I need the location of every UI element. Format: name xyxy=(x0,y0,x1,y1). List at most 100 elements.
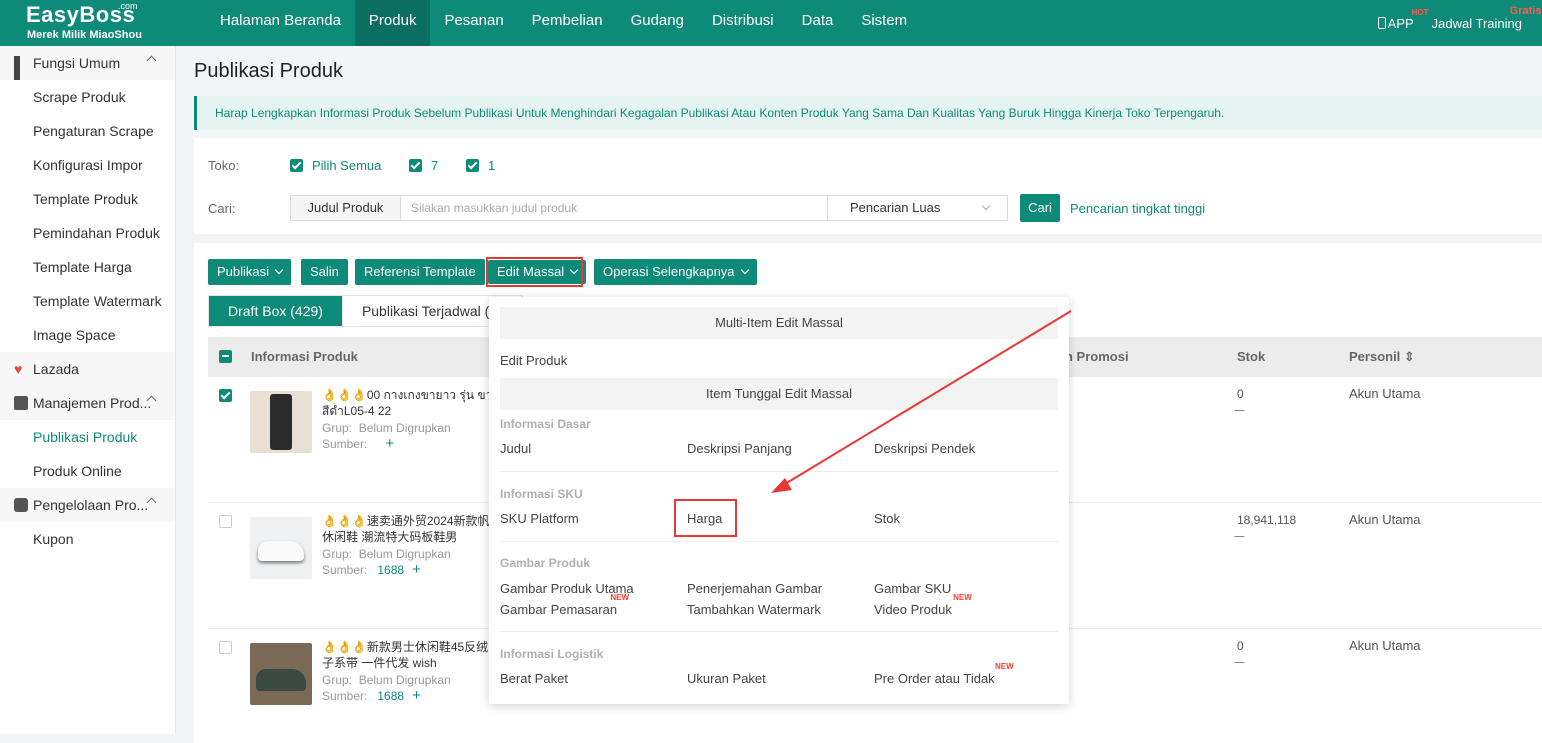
checkbox-checked[interactable] xyxy=(466,159,479,172)
notice-banner: Harap Lengkapkan Informasi Produk Sebelu… xyxy=(194,96,1542,130)
sidebar-group-label: Fungsi Umum xyxy=(33,55,121,71)
sidebar-group-manajemen-produk[interactable]: Manajemen Prod... xyxy=(0,386,175,420)
header-informasi-produk: Informasi Produk xyxy=(251,349,358,364)
personil-value: Akun Utama xyxy=(1349,638,1421,653)
menu-item-tambahkan-watermark[interactable]: Tambahkan Watermark xyxy=(687,602,821,617)
chevron-up-icon xyxy=(146,55,157,66)
sidebar-item-template-produk[interactable]: Template Produk xyxy=(0,182,175,216)
operasi-selengkapnya-button[interactable]: Operasi Selengkapnya xyxy=(594,259,757,285)
header-stok: Stok xyxy=(1237,349,1266,364)
product-thumbnail[interactable] xyxy=(250,643,312,705)
advanced-search-link[interactable]: Pencarian tingkat tinggi xyxy=(1070,201,1205,216)
product-group: Grup: Belum Digrupkan xyxy=(322,421,451,435)
add-source-icon[interactable]: + xyxy=(385,435,394,452)
sidebar-group-lazada[interactable]: ♥ Lazada xyxy=(0,352,175,386)
menu-item-penerjemahan-gambar[interactable]: Penerjemahan Gambar xyxy=(687,581,822,596)
select-all-checkbox[interactable] xyxy=(219,350,232,363)
menu-item-edit-produk[interactable]: Edit Produk xyxy=(500,353,567,368)
search-input[interactable] xyxy=(401,196,827,220)
toko-option-7[interactable]: 7 xyxy=(409,158,438,173)
menu-item-gambar-sku[interactable]: Gambar SKU xyxy=(874,581,951,596)
sidebar-item-template-harga[interactable]: Template Harga xyxy=(0,250,175,284)
add-source-icon[interactable]: + xyxy=(412,687,421,704)
search-type-select[interactable]: Judul Produk xyxy=(291,196,401,220)
menu-item-ukuran-paket[interactable]: Ukuran Paket xyxy=(687,671,766,686)
promo-icon xyxy=(14,498,28,512)
edit-massal-dropdown: Multi-Item Edit Massal Edit Produk Item … xyxy=(489,297,1069,704)
toko-option-pilih-semua[interactable]: Pilih Semua xyxy=(290,158,381,173)
menu-item-video-produk[interactable]: Video Produk NEW xyxy=(874,593,972,617)
nav-item-produk[interactable]: Produk xyxy=(354,0,431,46)
new-badge: NEW xyxy=(610,593,630,602)
product-source: Sumber: 1688 + xyxy=(322,687,421,704)
sidebar-item-pengaturan-scrape[interactable]: Pengaturan Scrape xyxy=(0,114,175,148)
product-thumbnail[interactable] xyxy=(250,391,312,453)
nav-item-gudang[interactable]: Gudang xyxy=(617,0,698,46)
menu-item-deskripsi-pendek[interactable]: Deskripsi Pendek xyxy=(874,441,975,456)
checkbox-checked[interactable] xyxy=(409,159,422,172)
app-link[interactable]: APP HOT xyxy=(1377,8,1429,31)
nav-item-pembelian[interactable]: Pembelian xyxy=(518,0,617,46)
sidebar-item-produk-online[interactable]: Produk Online xyxy=(0,454,175,488)
training-link[interactable]: Jadwal Training Gratis xyxy=(1432,5,1542,31)
sidebar-group-pengelolaan-promosi[interactable]: Pengelolaan Pro... xyxy=(0,488,175,522)
product-source: Sumber: 1688 + xyxy=(322,561,421,578)
menu-item-pre-order[interactable]: Pre Order atau Tidak NEW xyxy=(874,662,1014,686)
sidebar-item-konfigurasi-impor[interactable]: Konfigurasi Impor xyxy=(0,148,175,182)
search-scope-select[interactable]: Pencarian Luas xyxy=(827,196,1007,220)
section-gambar-produk: Gambar Produk xyxy=(500,556,591,570)
tab-draft-box[interactable]: Draft Box (429) xyxy=(209,296,343,326)
sidebar-item-scrape-produk[interactable]: Scrape Produk xyxy=(0,80,175,114)
nav-item-distribusi[interactable]: Distribusi xyxy=(698,0,788,46)
edit-pencil-icon[interactable]: . xyxy=(1234,401,1250,411)
menu-item-gambar-pemasaran[interactable]: Gambar Pemasaran NEW xyxy=(500,593,629,617)
sidebar-group-label: Lazada xyxy=(33,361,79,377)
brand-logo[interactable]: EasyBoss .com Merek Milik MiaoShou xyxy=(26,1,176,44)
row-checkbox[interactable] xyxy=(219,641,232,654)
sidebar-item-template-watermark[interactable]: Template Watermark xyxy=(0,284,175,318)
toko-option-1[interactable]: 1 xyxy=(466,158,495,173)
personil-value: Akun Utama xyxy=(1349,512,1421,527)
row-checkbox[interactable] xyxy=(219,389,232,402)
menu-item-berat-paket[interactable]: Berat Paket xyxy=(500,671,568,686)
lazada-heart-icon: ♥ xyxy=(14,361,23,377)
menu-item-sku-platform[interactable]: SKU Platform xyxy=(500,511,579,526)
menu-item-judul[interactable]: Judul xyxy=(500,441,531,456)
edit-pencil-icon[interactable]: . xyxy=(1234,527,1250,537)
checkbox-checked[interactable] xyxy=(290,159,303,172)
sidebar-item-image-space[interactable]: Image Space xyxy=(0,318,175,352)
header-promosi: n Promosi xyxy=(1065,349,1129,364)
header-personil[interactable]: Personil ⇕ xyxy=(1349,349,1415,365)
sidebar-item-publikasi-produk[interactable]: Publikasi Produk xyxy=(0,420,175,454)
row-checkbox[interactable] xyxy=(219,515,232,528)
edit-pencil-icon[interactable]: . xyxy=(1234,653,1250,663)
nav-item-data[interactable]: Data xyxy=(788,0,848,46)
publikasi-button[interactable]: Publikasi xyxy=(208,259,292,285)
nav-item-pesanan[interactable]: Pesanan xyxy=(430,0,517,46)
box-icon xyxy=(14,396,28,410)
top-right-links: APP HOT Jadwal Training Gratis xyxy=(1377,0,1542,46)
nav-item-sistem[interactable]: Sistem xyxy=(847,0,921,46)
gratis-badge: Gratis xyxy=(1509,4,1542,17)
product-thumbnail[interactable] xyxy=(250,517,312,579)
menu-item-deskripsi-panjang[interactable]: Deskripsi Panjang xyxy=(687,441,792,456)
option-label: 1 xyxy=(488,158,496,173)
referensi-template-button[interactable]: Referensi Template xyxy=(355,259,485,285)
nav-item-beranda[interactable]: Halaman Beranda xyxy=(206,0,355,46)
add-source-icon[interactable]: + xyxy=(412,561,421,578)
menu-item-stok[interactable]: Stok xyxy=(874,511,900,526)
sidebar-group-label: Pengelolaan Pro... xyxy=(33,497,149,513)
sidebar-item-kupon[interactable]: Kupon xyxy=(0,522,175,556)
grid-icon xyxy=(14,56,28,80)
toko-label: Toko: xyxy=(208,158,240,173)
chevron-down-icon xyxy=(274,265,284,275)
sidebar-group-fungsi-umum[interactable]: Fungsi Umum xyxy=(0,46,175,80)
harga-highlight xyxy=(674,499,737,537)
button-label: Publikasi xyxy=(217,264,270,279)
search-button[interactable]: Cari xyxy=(1020,194,1060,222)
search-scope-label: Pencarian Luas xyxy=(850,200,941,215)
stock-value: 0. xyxy=(1234,387,1250,411)
salin-button[interactable]: Salin xyxy=(301,259,348,285)
sidebar-item-pemindahan-produk[interactable]: Pemindahan Produk xyxy=(0,216,175,250)
multi-item-header: Multi-Item Edit Massal xyxy=(500,307,1058,339)
